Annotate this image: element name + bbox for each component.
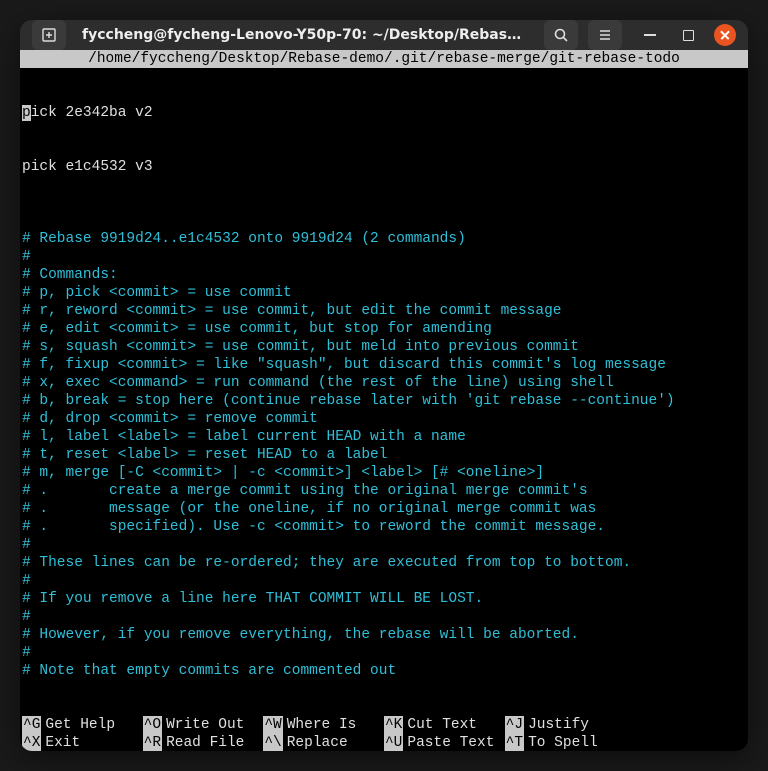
window-title: fyccheng@fycheng-Lenovo-Y50p-70: ~/Deskt… xyxy=(76,27,534,43)
comment-line xyxy=(22,212,746,230)
comment-line: # Note that empty commits are commented … xyxy=(22,662,746,680)
window-controls xyxy=(638,23,736,47)
comment-line: # m, merge [-C <commit> | -c <commit>] <… xyxy=(22,464,746,482)
search-button[interactable] xyxy=(544,20,578,50)
comment-line: # t, reset <label> = reset HEAD to a lab… xyxy=(22,446,746,464)
comment-line: # r, reword <commit> = use commit, but e… xyxy=(22,302,746,320)
maximize-button[interactable] xyxy=(676,23,700,47)
shortcut-spell[interactable]: ^TTo Spell xyxy=(505,734,626,751)
cursor: p xyxy=(22,105,31,121)
comment-line: # d, drop <commit> = remove commit xyxy=(22,410,746,428)
comment-line: # f, fixup <commit> = like "squash", but… xyxy=(22,356,746,374)
terminal-window: fyccheng@fycheng-Lenovo-Y50p-70: ~/Deskt… xyxy=(20,20,748,751)
comment-line: # Rebase 9919d24..e1c4532 onto 9919d24 (… xyxy=(22,230,746,248)
comment-line: # p, pick <commit> = use commit xyxy=(22,284,746,302)
comment-line: # . create a merge commit using the orig… xyxy=(22,482,746,500)
comment-line: # If you remove a line here THAT COMMIT … xyxy=(22,590,746,608)
shortcut-writeout[interactable]: ^OWrite Out xyxy=(143,716,264,734)
comment-line: # These lines can be re-ordered; they ar… xyxy=(22,554,746,572)
comment-line: # s, squash <commit> = use commit, but m… xyxy=(22,338,746,356)
shortcut-paste[interactable]: ^UPaste Text xyxy=(384,734,505,751)
shortcut-readfile[interactable]: ^RRead File xyxy=(143,734,264,751)
comment-line: # e, edit <commit> = use commit, but sto… xyxy=(22,320,746,338)
comment-line: # x, exec <command> = run command (the r… xyxy=(22,374,746,392)
comment-line: # However, if you remove everything, the… xyxy=(22,626,746,644)
comment-line: # Commands: xyxy=(22,266,746,284)
comment-line: # . message (or the oneline, if no origi… xyxy=(22,500,746,518)
shortcut-justify[interactable]: ^JJustify xyxy=(505,716,626,734)
shortcuts-bar: ^GGet Help ^OWrite Out ^WWhere Is ^KCut … xyxy=(20,716,748,751)
new-tab-button[interactable] xyxy=(32,20,66,50)
shortcut-whereis[interactable]: ^WWhere Is xyxy=(263,716,384,734)
minimize-button[interactable] xyxy=(638,23,662,47)
editor-content[interactable]: pick 2e342ba v2 pick e1c4532 v3 # Rebase… xyxy=(20,68,748,716)
close-button[interactable] xyxy=(714,24,736,46)
file-path-bar: /home/fyccheng/Desktop/Rebase-demo/.git/… xyxy=(20,50,748,68)
pick-line: pick e1c4532 v3 xyxy=(22,158,746,176)
pick-line: pick 2e342ba v2 xyxy=(22,104,746,122)
comment-line: # xyxy=(22,248,746,266)
comment-line: # xyxy=(22,644,746,662)
comment-line: # xyxy=(22,608,746,626)
comment-line: # xyxy=(22,536,746,554)
comment-line: # xyxy=(22,572,746,590)
comment-line: # l, label <label> = label current HEAD … xyxy=(22,428,746,446)
terminal-area[interactable]: /home/fyccheng/Desktop/Rebase-demo/.git/… xyxy=(20,50,748,751)
shortcut-exit[interactable]: ^XExit xyxy=(22,734,143,751)
shortcut-replace[interactable]: ^\Replace xyxy=(263,734,384,751)
comment-line: # . specified). Use -c <commit> to rewor… xyxy=(22,518,746,536)
comment-line: # b, break = stop here (continue rebase … xyxy=(22,392,746,410)
titlebar: fyccheng@fycheng-Lenovo-Y50p-70: ~/Deskt… xyxy=(20,20,748,50)
menu-button[interactable] xyxy=(588,20,622,50)
shortcut-help[interactable]: ^GGet Help xyxy=(22,716,143,734)
shortcut-cut[interactable]: ^KCut Text xyxy=(384,716,505,734)
